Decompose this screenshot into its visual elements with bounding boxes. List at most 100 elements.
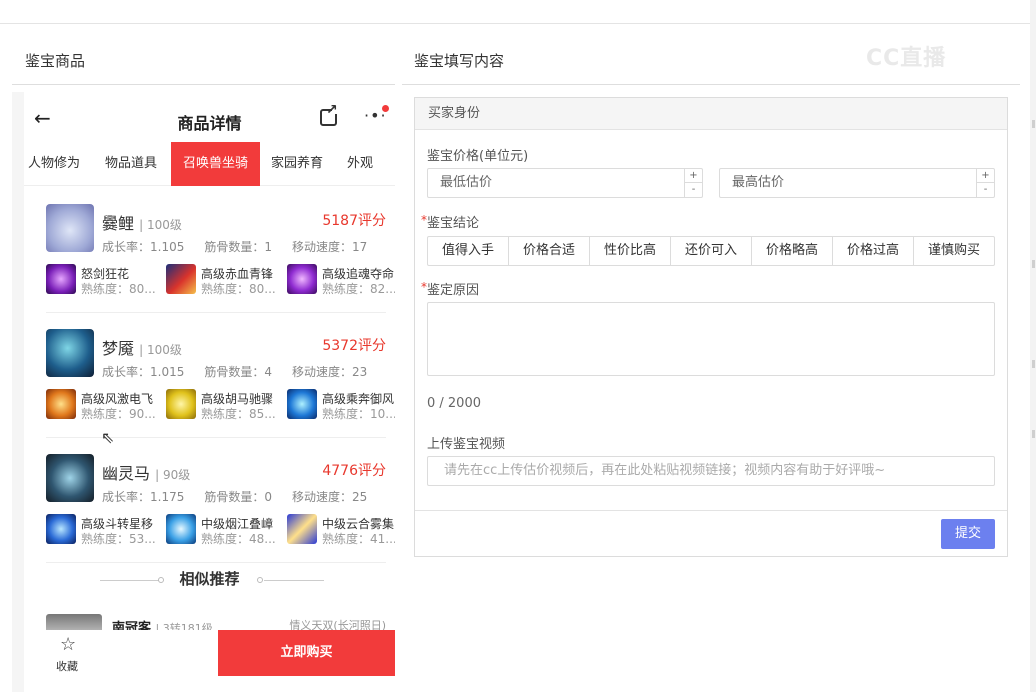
skill-proficiency: 熟练度：10... bbox=[322, 407, 395, 421]
pet-name-text: 爨鲤 bbox=[102, 214, 135, 233]
skill-proficiency: 熟练度：48... bbox=[201, 532, 276, 546]
pet-name: 幽灵马 | 90级 bbox=[102, 464, 191, 483]
appraisal-form: 买家身份 鉴宝价格(单位元) 最低估价 + - 最高估价 + - * 鉴宝结论 值得… bbox=[414, 97, 1008, 557]
conclusion-option[interactable]: 价格合适 bbox=[509, 237, 590, 265]
min-price-input[interactable]: 最低估价 + - bbox=[427, 168, 703, 198]
pet-score: 4776评分 bbox=[322, 463, 386, 479]
video-link-input[interactable]: 请先在cc上传估价视频后，再在此处粘贴视频链接；视频内容有助于好评哦~ bbox=[427, 456, 995, 486]
skill-item: 高级风激电飞 熟练度：90... bbox=[46, 389, 161, 421]
max-price-stepper[interactable]: + - bbox=[976, 169, 994, 197]
pet-speed: 移动速度：25 bbox=[292, 490, 368, 504]
max-price-placeholder: 最高估价 bbox=[732, 175, 785, 190]
skill-item: 中级云合雾集 熟练度：41... bbox=[287, 514, 395, 546]
skill-item: 高级胡马驰骤 熟练度：85... bbox=[166, 389, 281, 421]
similar-header: 相似推荐 bbox=[24, 568, 395, 592]
scrollbar-mark bbox=[1032, 260, 1035, 268]
form-footer-divider bbox=[415, 510, 1007, 511]
video-link-placeholder: 请先在cc上传估价视频后，再在此处粘贴视频链接；视频内容有助于好评哦~ bbox=[444, 463, 886, 478]
pet-bones: 筋骨数量：4 bbox=[204, 365, 272, 379]
video-label: 上传鉴宝视频 bbox=[427, 437, 506, 452]
tab-summon-mount[interactable]: 召唤兽坐骑 bbox=[171, 142, 260, 186]
max-price-input[interactable]: 最高估价 + - bbox=[719, 168, 995, 198]
scrollbar-mark bbox=[1032, 360, 1035, 368]
share-arrow-icon: ↗ bbox=[326, 102, 338, 118]
min-price-placeholder: 最低估价 bbox=[440, 175, 493, 190]
watermark-logo: CC直播 bbox=[866, 46, 947, 71]
skill-item: 高级赤血青锋 熟练度：80... bbox=[166, 264, 281, 296]
pet-speed: 移动速度：17 bbox=[292, 240, 368, 254]
skill-icon bbox=[287, 389, 317, 419]
scrollbar-mark bbox=[1032, 430, 1035, 438]
pet-bones: 筋骨数量：1 bbox=[204, 240, 272, 254]
similar-title: 相似推荐 bbox=[179, 570, 240, 588]
similar-line-right bbox=[264, 580, 324, 581]
reason-label: 鉴定原因 bbox=[427, 283, 480, 298]
conclusion-option[interactable]: 价格过高 bbox=[833, 237, 914, 265]
top-bar bbox=[0, 0, 1036, 24]
pet-speed: 移动速度：23 bbox=[292, 365, 368, 379]
pet-name: 梦魇 | 100级 bbox=[102, 339, 182, 358]
pet-growth: 成长率：1.105 bbox=[102, 240, 185, 254]
decrement-icon[interactable]: - bbox=[977, 183, 994, 197]
pet-name-text: 梦魇 bbox=[102, 339, 135, 358]
skill-item: 怒剑狂花 熟练度：80... bbox=[46, 264, 161, 296]
pet-divider bbox=[46, 312, 386, 313]
skill-icon bbox=[166, 264, 196, 294]
pet-level: 90级 bbox=[162, 468, 191, 482]
buy-now-button[interactable]: 立即购买 bbox=[218, 630, 395, 676]
increment-icon[interactable]: + bbox=[685, 169, 702, 183]
skill-proficiency: 熟练度：41... bbox=[322, 532, 395, 546]
decrement-icon[interactable]: - bbox=[685, 183, 702, 197]
increment-icon[interactable]: + bbox=[977, 169, 994, 183]
pet-growth: 成长率：1.015 bbox=[102, 365, 185, 379]
bottom-action-bar: ☆ 收藏 立即购买 bbox=[24, 630, 395, 692]
skill-icon bbox=[46, 264, 76, 294]
pet-name-text: 幽灵马 bbox=[102, 464, 151, 483]
skill-item: 高级追魂夺命 熟练度：82... bbox=[287, 264, 395, 296]
pet-bones: 筋骨数量：0 bbox=[204, 490, 272, 504]
notification-dot bbox=[382, 105, 389, 112]
form-header: 买家身份 bbox=[415, 98, 1007, 130]
conclusion-option[interactable]: 谨慎购买 bbox=[914, 237, 994, 265]
pet-avatar bbox=[46, 329, 94, 377]
skill-proficiency: 熟练度：80... bbox=[81, 282, 156, 296]
favorite-button[interactable]: ☆ 收藏 bbox=[24, 630, 134, 680]
tab-appearance[interactable]: 外观 bbox=[347, 142, 373, 186]
product-preview-panel: ← 商品详情 ↗ ·•· 人物修为 物品道具 召唤兽坐骑 家园养育 外观 爨鲤 … bbox=[12, 92, 395, 692]
conclusion-options: 值得入手 价格合适 性价比高 还价可入 价格略高 价格过高 谨慎购买 bbox=[427, 236, 995, 266]
pet-score: 5372评分 bbox=[322, 338, 386, 354]
left-section-title: 鉴宝商品 bbox=[25, 52, 86, 70]
detail-navbar: ← 商品详情 ↗ ·•· bbox=[24, 92, 395, 142]
tab-items[interactable]: 物品道具 bbox=[105, 142, 157, 186]
conclusion-option[interactable]: 性价比高 bbox=[590, 237, 671, 265]
min-price-stepper[interactable]: + - bbox=[684, 169, 702, 197]
skill-icon bbox=[287, 264, 317, 294]
conclusion-option[interactable]: 还价可入 bbox=[671, 237, 752, 265]
recommend-item[interactable]: 南冠客 | 3转181级 情义天双(长河照日) bbox=[46, 612, 386, 642]
reason-textarea[interactable] bbox=[427, 302, 995, 376]
scrollbar[interactable] bbox=[1030, 0, 1036, 692]
skill-item: 高级乘奔御风 熟练度：10... bbox=[287, 389, 395, 421]
skill-proficiency: 熟练度：85... bbox=[201, 407, 276, 421]
submit-button[interactable]: 提交 bbox=[941, 519, 995, 549]
conclusion-option[interactable]: 价格略高 bbox=[752, 237, 833, 265]
skill-item: 高级斗转星移 熟练度：53... bbox=[46, 514, 161, 546]
right-section-divider bbox=[402, 84, 1020, 85]
tab-character[interactable]: 人物修为 bbox=[28, 142, 80, 186]
skill-icon bbox=[166, 389, 196, 419]
similar-line-left bbox=[100, 580, 160, 581]
skill-proficiency: 熟练度：90... bbox=[81, 407, 156, 421]
pet-divider bbox=[46, 437, 386, 438]
pet-avatar bbox=[46, 204, 94, 252]
tab-home[interactable]: 家园养育 bbox=[271, 142, 323, 186]
pet-stats: 成长率：1.105 筋骨数量：1 移动速度：17 bbox=[102, 238, 387, 255]
pet-divider bbox=[46, 562, 386, 563]
star-icon: ☆ bbox=[60, 634, 77, 655]
skill-icon bbox=[46, 389, 76, 419]
phone-screen: ← 商品详情 ↗ ·•· 人物修为 物品道具 召唤兽坐骑 家园养育 外观 爨鲤 … bbox=[24, 92, 395, 692]
char-counter: 0 / 2000 bbox=[427, 396, 481, 411]
pet-growth: 成长率：1.175 bbox=[102, 490, 185, 504]
pet-level: 100级 bbox=[146, 343, 182, 357]
similar-dot-right bbox=[257, 577, 263, 583]
conclusion-option[interactable]: 值得入手 bbox=[428, 237, 509, 265]
